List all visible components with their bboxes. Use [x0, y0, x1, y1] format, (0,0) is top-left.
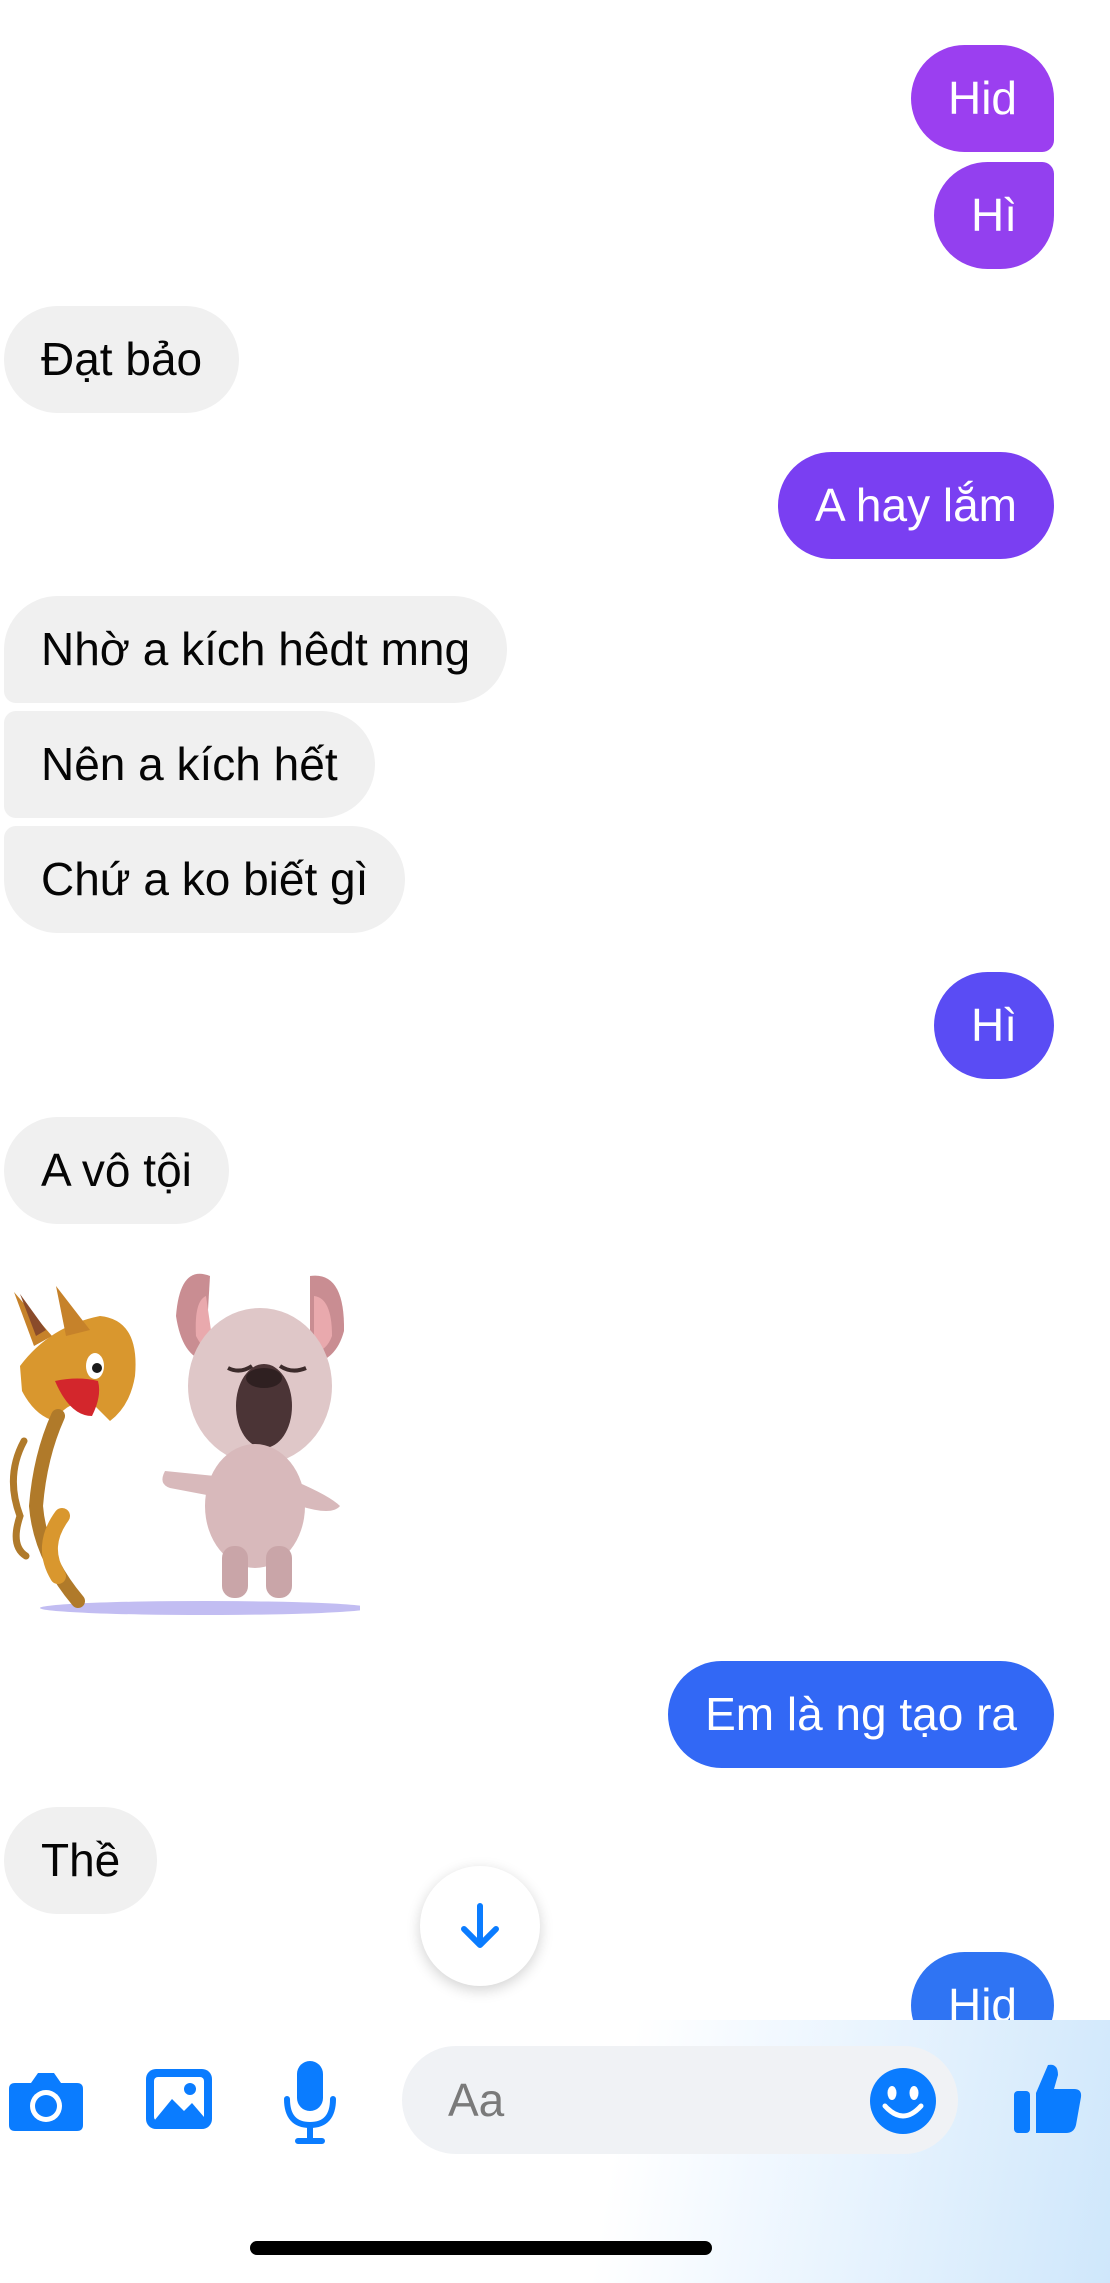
scroll-to-bottom-button[interactable] — [420, 1866, 540, 1986]
thumbs-up-icon[interactable] — [1012, 2058, 1084, 2136]
microphone-icon[interactable] — [282, 2056, 338, 2148]
arrow-down-icon — [461, 1903, 499, 1948]
input-placeholder: Aa — [448, 2074, 505, 2126]
message-bubble-sent[interactable]: Hì — [934, 162, 1054, 269]
message-bubble-received[interactable]: Thề — [4, 1807, 158, 1914]
message-bubble-received[interactable]: Đạt bảo — [4, 306, 240, 413]
message-bubble-received[interactable]: Chứ a ko biết gì — [4, 826, 406, 933]
message-input[interactable]: Aa — [402, 2046, 958, 2154]
message-bubble-sent[interactable]: Hid — [910, 45, 1054, 152]
message-bubble-received[interactable]: Nhờ a kích hêdt mng — [4, 596, 508, 703]
message-bubble-sent[interactable]: A hay lắm — [778, 452, 1054, 559]
camera-icon[interactable] — [6, 2060, 86, 2142]
composer-bar: Aa — [0, 2020, 1110, 2283]
message-bubble-received[interactable]: A vô tội — [4, 1117, 229, 1224]
home-indicator — [250, 2241, 712, 2255]
emoji-icon[interactable] — [868, 2066, 938, 2136]
message-bubble-sent[interactable]: Em là ng tạo ra — [668, 1661, 1054, 1768]
image-icon[interactable] — [142, 2060, 216, 2138]
message-bubble-sent[interactable]: Hì — [934, 972, 1054, 1079]
cat-and-dog-sticker[interactable] — [0, 1256, 370, 1616]
message-bubble-received[interactable]: Nên a kích hết — [4, 711, 375, 818]
